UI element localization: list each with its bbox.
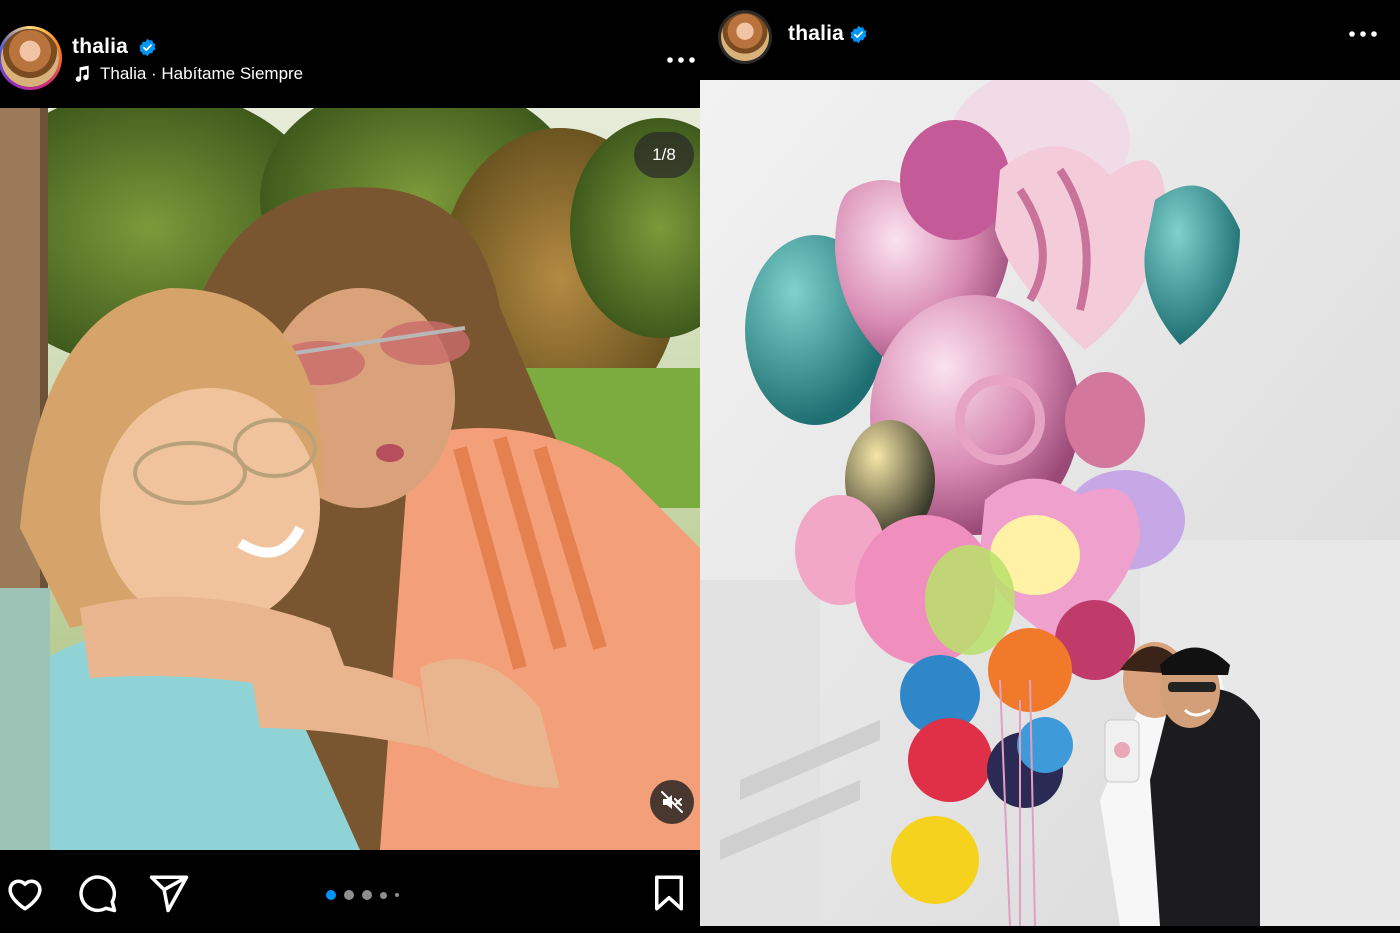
music-note-icon [75, 65, 89, 82]
top-strip [0, 0, 700, 10]
photo-balloons-mirror-selfie [700, 80, 1400, 926]
more-icon[interactable] [666, 56, 696, 64]
post-right: thalia [700, 0, 1400, 933]
bookmark-icon[interactable] [648, 872, 690, 914]
more-icon[interactable] [1348, 30, 1378, 38]
photo-mother-daughter-hug [0, 108, 700, 850]
action-bar [0, 850, 700, 933]
bottom-strip [700, 926, 1400, 933]
profile-avatar[interactable] [718, 10, 772, 64]
post-header: thalia [700, 0, 1400, 80]
mute-button[interactable] [650, 780, 694, 824]
music-track[interactable]: Thalia · Habítame Siempre [72, 64, 303, 84]
profile-avatar[interactable] [0, 26, 62, 90]
post-header: thalia Thalia · Habítame Siempre [0, 10, 700, 108]
carousel-dots [326, 890, 399, 900]
post-photo[interactable]: 1/8 [0, 108, 700, 850]
heart-icon[interactable] [4, 872, 46, 914]
carousel-dot [380, 891, 387, 899]
carousel-counter: 1/8 [634, 132, 694, 178]
carousel-dot [395, 893, 399, 897]
music-label: Thalia · Habítame Siempre [100, 64, 304, 83]
carousel-dot [362, 890, 372, 900]
comment-icon[interactable] [76, 872, 118, 914]
post-left: thalia Thalia · Habítame Siempre 1/8 [0, 0, 700, 933]
username[interactable]: thalia [788, 22, 844, 46]
verified-badge-icon [850, 25, 867, 44]
share-icon[interactable] [148, 872, 190, 914]
verified-badge-icon [139, 38, 156, 57]
carousel-dot [344, 890, 354, 900]
carousel-dot [326, 890, 336, 900]
mute-icon [661, 791, 683, 813]
username[interactable]: thalia [72, 35, 128, 59]
post-photo[interactable] [700, 80, 1400, 926]
